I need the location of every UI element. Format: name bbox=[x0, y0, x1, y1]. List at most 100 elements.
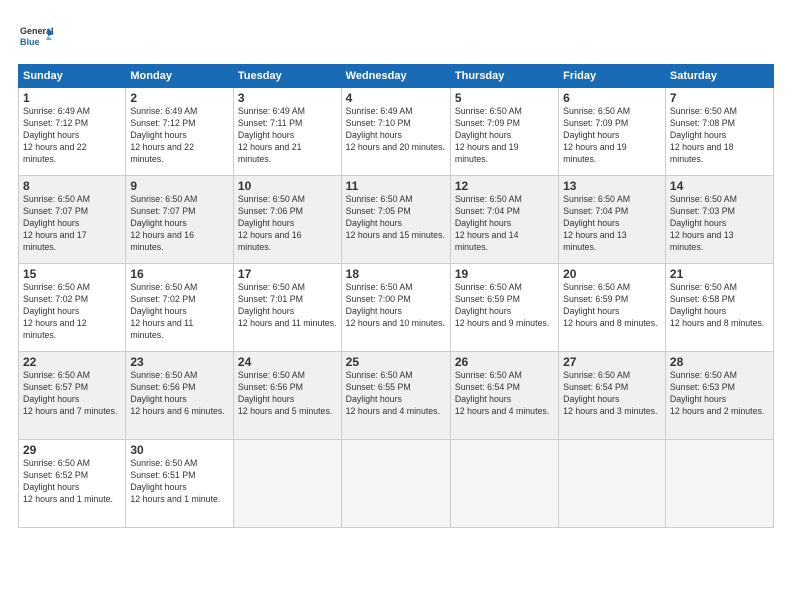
day-detail: Sunrise: 6:50 AMSunset: 6:53 PMDaylight … bbox=[670, 370, 769, 418]
day-detail: Sunrise: 6:50 AMSunset: 6:59 PMDaylight … bbox=[455, 282, 554, 330]
day-number: 24 bbox=[238, 355, 337, 369]
day-number: 25 bbox=[346, 355, 446, 369]
calendar-cell: 17Sunrise: 6:50 AMSunset: 7:01 PMDayligh… bbox=[233, 264, 341, 352]
day-detail: Sunrise: 6:50 AMSunset: 7:07 PMDaylight … bbox=[23, 194, 121, 253]
day-detail: Sunrise: 6:49 AMSunset: 7:12 PMDaylight … bbox=[130, 106, 229, 165]
calendar-cell bbox=[559, 440, 666, 528]
day-number: 2 bbox=[130, 91, 229, 105]
calendar-cell: 6Sunrise: 6:50 AMSunset: 7:09 PMDaylight… bbox=[559, 88, 666, 176]
day-number: 22 bbox=[23, 355, 121, 369]
calendar-cell: 16Sunrise: 6:50 AMSunset: 7:02 PMDayligh… bbox=[126, 264, 234, 352]
day-number: 30 bbox=[130, 443, 229, 457]
day-number: 7 bbox=[670, 91, 769, 105]
calendar-cell: 9Sunrise: 6:50 AMSunset: 7:07 PMDaylight… bbox=[126, 176, 234, 264]
day-detail: Sunrise: 6:49 AMSunset: 7:12 PMDaylight … bbox=[23, 106, 121, 165]
day-detail: Sunrise: 6:50 AMSunset: 7:06 PMDaylight … bbox=[238, 194, 337, 253]
day-detail: Sunrise: 6:50 AMSunset: 6:57 PMDaylight … bbox=[23, 370, 121, 418]
day-number: 3 bbox=[238, 91, 337, 105]
day-number: 15 bbox=[23, 267, 121, 281]
day-number: 9 bbox=[130, 179, 229, 193]
day-detail: Sunrise: 6:50 AMSunset: 7:04 PMDaylight … bbox=[455, 194, 554, 253]
calendar-cell: 12Sunrise: 6:50 AMSunset: 7:04 PMDayligh… bbox=[450, 176, 558, 264]
calendar-cell: 29Sunrise: 6:50 AMSunset: 6:52 PMDayligh… bbox=[19, 440, 126, 528]
calendar-cell: 1Sunrise: 6:49 AMSunset: 7:12 PMDaylight… bbox=[19, 88, 126, 176]
day-detail: Sunrise: 6:50 AMSunset: 7:04 PMDaylight … bbox=[563, 194, 661, 253]
calendar-cell: 11Sunrise: 6:50 AMSunset: 7:05 PMDayligh… bbox=[341, 176, 450, 264]
weekday-header-sunday: Sunday bbox=[19, 65, 126, 88]
weekday-header-tuesday: Tuesday bbox=[233, 65, 341, 88]
calendar-cell: 18Sunrise: 6:50 AMSunset: 7:00 PMDayligh… bbox=[341, 264, 450, 352]
day-detail: Sunrise: 6:50 AMSunset: 7:00 PMDaylight … bbox=[346, 282, 446, 330]
day-detail: Sunrise: 6:49 AMSunset: 7:11 PMDaylight … bbox=[238, 106, 337, 165]
day-number: 27 bbox=[563, 355, 661, 369]
calendar-week-row: 15Sunrise: 6:50 AMSunset: 7:02 PMDayligh… bbox=[19, 264, 774, 352]
day-number: 5 bbox=[455, 91, 554, 105]
day-number: 4 bbox=[346, 91, 446, 105]
svg-text:Blue: Blue bbox=[20, 37, 40, 47]
day-number: 12 bbox=[455, 179, 554, 193]
day-detail: Sunrise: 6:50 AMSunset: 7:01 PMDaylight … bbox=[238, 282, 337, 330]
calendar-cell: 25Sunrise: 6:50 AMSunset: 6:55 PMDayligh… bbox=[341, 352, 450, 440]
logo-bird-icon: General Blue bbox=[18, 18, 54, 54]
calendar-cell: 7Sunrise: 6:50 AMSunset: 7:08 PMDaylight… bbox=[665, 88, 773, 176]
calendar-cell: 19Sunrise: 6:50 AMSunset: 6:59 PMDayligh… bbox=[450, 264, 558, 352]
day-number: 19 bbox=[455, 267, 554, 281]
day-detail: Sunrise: 6:50 AMSunset: 6:52 PMDaylight … bbox=[23, 458, 121, 506]
calendar-week-row: 8Sunrise: 6:50 AMSunset: 7:07 PMDaylight… bbox=[19, 176, 774, 264]
weekday-header-wednesday: Wednesday bbox=[341, 65, 450, 88]
day-number: 21 bbox=[670, 267, 769, 281]
calendar-cell: 4Sunrise: 6:49 AMSunset: 7:10 PMDaylight… bbox=[341, 88, 450, 176]
day-number: 10 bbox=[238, 179, 337, 193]
day-number: 17 bbox=[238, 267, 337, 281]
calendar-cell: 26Sunrise: 6:50 AMSunset: 6:54 PMDayligh… bbox=[450, 352, 558, 440]
day-detail: Sunrise: 6:50 AMSunset: 6:54 PMDaylight … bbox=[455, 370, 554, 418]
day-number: 16 bbox=[130, 267, 229, 281]
day-number: 13 bbox=[563, 179, 661, 193]
day-number: 23 bbox=[130, 355, 229, 369]
weekday-header-saturday: Saturday bbox=[665, 65, 773, 88]
day-detail: Sunrise: 6:50 AMSunset: 7:09 PMDaylight … bbox=[563, 106, 661, 165]
day-detail: Sunrise: 6:50 AMSunset: 7:07 PMDaylight … bbox=[130, 194, 229, 253]
calendar-week-row: 29Sunrise: 6:50 AMSunset: 6:52 PMDayligh… bbox=[19, 440, 774, 528]
calendar-cell: 8Sunrise: 6:50 AMSunset: 7:07 PMDaylight… bbox=[19, 176, 126, 264]
calendar-cell bbox=[341, 440, 450, 528]
day-detail: Sunrise: 6:50 AMSunset: 6:55 PMDaylight … bbox=[346, 370, 446, 418]
header: General Blue bbox=[18, 18, 774, 54]
day-detail: Sunrise: 6:50 AMSunset: 7:03 PMDaylight … bbox=[670, 194, 769, 253]
day-detail: Sunrise: 6:50 AMSunset: 7:02 PMDaylight … bbox=[130, 282, 229, 341]
weekday-header-monday: Monday bbox=[126, 65, 234, 88]
calendar-cell: 3Sunrise: 6:49 AMSunset: 7:11 PMDaylight… bbox=[233, 88, 341, 176]
calendar-cell: 24Sunrise: 6:50 AMSunset: 6:56 PMDayligh… bbox=[233, 352, 341, 440]
calendar-cell bbox=[450, 440, 558, 528]
day-number: 18 bbox=[346, 267, 446, 281]
calendar-cell: 22Sunrise: 6:50 AMSunset: 6:57 PMDayligh… bbox=[19, 352, 126, 440]
day-number: 26 bbox=[455, 355, 554, 369]
day-number: 1 bbox=[23, 91, 121, 105]
calendar-cell: 14Sunrise: 6:50 AMSunset: 7:03 PMDayligh… bbox=[665, 176, 773, 264]
calendar-week-row: 1Sunrise: 6:49 AMSunset: 7:12 PMDaylight… bbox=[19, 88, 774, 176]
day-detail: Sunrise: 6:50 AMSunset: 7:08 PMDaylight … bbox=[670, 106, 769, 165]
calendar-table: SundayMondayTuesdayWednesdayThursdayFrid… bbox=[18, 64, 774, 528]
weekday-header-thursday: Thursday bbox=[450, 65, 558, 88]
calendar-cell: 2Sunrise: 6:49 AMSunset: 7:12 PMDaylight… bbox=[126, 88, 234, 176]
weekday-header-friday: Friday bbox=[559, 65, 666, 88]
day-detail: Sunrise: 6:50 AMSunset: 6:58 PMDaylight … bbox=[670, 282, 769, 330]
calendar-cell: 10Sunrise: 6:50 AMSunset: 7:06 PMDayligh… bbox=[233, 176, 341, 264]
day-detail: Sunrise: 6:50 AMSunset: 6:56 PMDaylight … bbox=[130, 370, 229, 418]
calendar-cell: 15Sunrise: 6:50 AMSunset: 7:02 PMDayligh… bbox=[19, 264, 126, 352]
day-detail: Sunrise: 6:50 AMSunset: 7:02 PMDaylight … bbox=[23, 282, 121, 341]
day-number: 29 bbox=[23, 443, 121, 457]
calendar-cell bbox=[233, 440, 341, 528]
calendar-cell: 20Sunrise: 6:50 AMSunset: 6:59 PMDayligh… bbox=[559, 264, 666, 352]
calendar-cell bbox=[665, 440, 773, 528]
day-number: 6 bbox=[563, 91, 661, 105]
calendar-cell: 27Sunrise: 6:50 AMSunset: 6:54 PMDayligh… bbox=[559, 352, 666, 440]
logo: General Blue bbox=[18, 18, 54, 54]
day-detail: Sunrise: 6:50 AMSunset: 7:09 PMDaylight … bbox=[455, 106, 554, 165]
calendar-cell: 21Sunrise: 6:50 AMSunset: 6:58 PMDayligh… bbox=[665, 264, 773, 352]
day-detail: Sunrise: 6:50 AMSunset: 7:05 PMDaylight … bbox=[346, 194, 446, 242]
day-detail: Sunrise: 6:50 AMSunset: 6:54 PMDaylight … bbox=[563, 370, 661, 418]
calendar-cell: 28Sunrise: 6:50 AMSunset: 6:53 PMDayligh… bbox=[665, 352, 773, 440]
calendar-cell: 30Sunrise: 6:50 AMSunset: 6:51 PMDayligh… bbox=[126, 440, 234, 528]
day-number: 28 bbox=[670, 355, 769, 369]
